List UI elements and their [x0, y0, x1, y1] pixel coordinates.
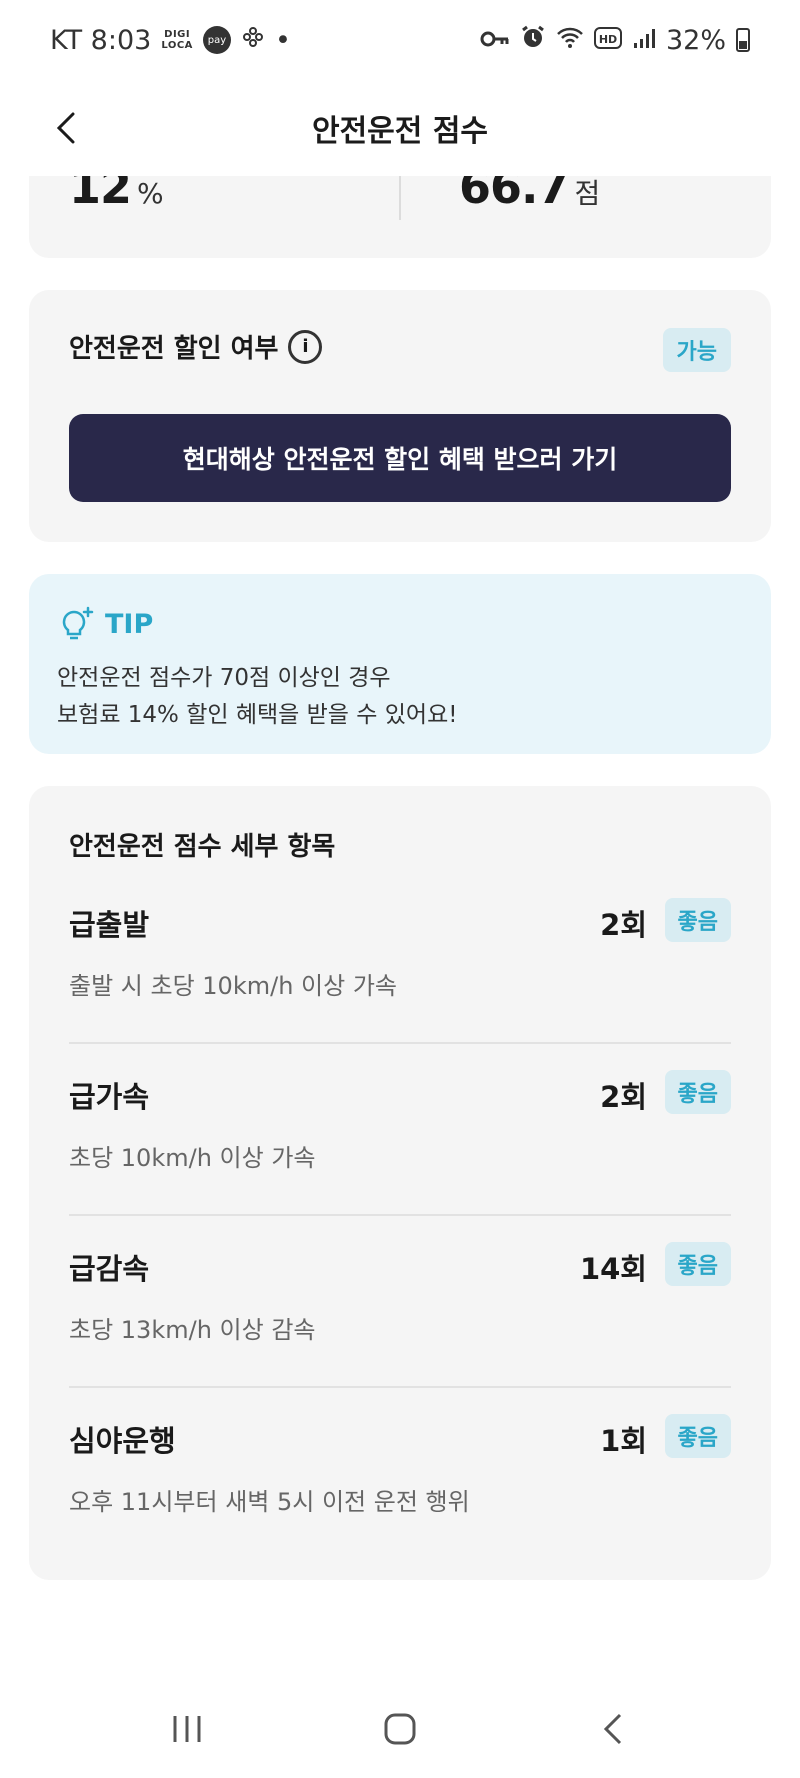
row-status-badge: 좋음: [664, 1414, 731, 1458]
row-count: 14회: [579, 1252, 647, 1286]
score-detail-card: 안전운전 점수 세부 항목 급출발 2회 좋음 출발 시 초당 10km/h 이…: [29, 786, 771, 1580]
get-discount-button[interactable]: 현대해상 안전운전 할인 혜택 받으러 가기: [69, 414, 731, 502]
discount-eligibility-card: 안전운전 할인 여부 i 가능 현대해상 안전운전 할인 혜택 받으러 가기: [29, 290, 771, 542]
wifi-icon: [556, 25, 584, 56]
row-count: 1회: [600, 1424, 647, 1458]
home-button[interactable]: [360, 1699, 440, 1759]
info-icon[interactable]: i: [288, 329, 323, 364]
recent-apps-icon: [173, 1716, 201, 1742]
safety-score-unit: 점: [574, 177, 601, 210]
detail-row-sudden-start: 급출발 2회 좋음 출발 시 초당 10km/h 이상 가속: [69, 872, 731, 1044]
row-status-badge: 좋음: [664, 898, 731, 942]
row-name: 급감속: [69, 1252, 150, 1286]
alarm-icon: [520, 24, 546, 57]
stat-divider: [399, 174, 401, 220]
page-title: 안전운전 점수: [311, 114, 489, 149]
battery-icon: [736, 28, 750, 52]
digi-top-text: DIGI: [164, 29, 191, 40]
home-icon: [384, 1713, 416, 1745]
tip-header: TIP: [57, 604, 153, 644]
app-header: 안전운전 점수: [0, 80, 800, 176]
row-description: 초당 10km/h 이상 가속: [69, 1144, 316, 1172]
discount-rate-unit: %: [137, 177, 164, 210]
detail-title: 안전운전 점수 세부 항목: [69, 832, 336, 862]
lightbulb-icon: [62, 606, 94, 640]
row-name: 급출발: [69, 908, 150, 942]
detail-row-sudden-acceleration: 급가속 2회 좋음 초당 10km/h 이상 가속: [69, 1044, 731, 1216]
tip-card: TIP 안전운전 점수가 70점 이상인 경우 보험료 14% 할인 혜택을 받…: [29, 574, 771, 754]
key-icon: [480, 25, 510, 56]
svg-text:HD: HD: [599, 33, 617, 46]
tip-line-1: 안전운전 점수가 70점 이상인 경우: [57, 665, 391, 691]
row-status-badge: 좋음: [664, 1070, 731, 1114]
row-status-badge: 좋음: [664, 1242, 731, 1286]
row-name: 급가속: [69, 1080, 150, 1114]
row-name: 심야운행: [69, 1424, 176, 1458]
status-bar-right: HD 32%: [480, 24, 750, 57]
discount-eligibility-label: 안전운전 할인 여부 i: [69, 328, 323, 365]
back-button[interactable]: [42, 104, 90, 152]
tip-body: 안전운전 점수가 70점 이상인 경우 보험료 14% 할인 혜택을 받을 수 …: [57, 660, 457, 734]
status-bar: KT 8:03 DIGI LOCA pay • HD 32%: [0, 0, 800, 80]
hd-voice-icon: HD: [593, 25, 622, 56]
battery-percent: 32%: [665, 24, 726, 56]
row-description: 초당 13km/h 이상 감속: [69, 1316, 316, 1344]
row-description: 출발 시 초당 10km/h 이상 가속: [69, 972, 397, 1000]
pay-icon: pay: [202, 26, 231, 54]
system-back-button[interactable]: [573, 1699, 653, 1759]
tip-title: TIP: [105, 608, 154, 640]
signal-icon: [632, 25, 656, 56]
detail-row-late-night-driving: 심야운행 1회 좋음 오후 11시부터 새벽 5시 이전 운전 행위: [69, 1388, 731, 1560]
digi-loca-icon: DIGI LOCA: [161, 29, 193, 51]
carrier-time: KT 8:03: [50, 24, 152, 56]
status-bar-left: KT 8:03 DIGI LOCA pay •: [50, 25, 291, 56]
row-description: 오후 11시부터 새벽 5시 이전 운전 행위: [69, 1488, 470, 1516]
row-count: 2회: [600, 1080, 647, 1114]
tip-line-2: 보험료 14% 할인 혜택을 받을 수 있어요!: [57, 702, 458, 728]
back-arrow-icon: [604, 1713, 622, 1745]
row-count: 2회: [600, 908, 647, 942]
recent-apps-button[interactable]: [147, 1699, 227, 1759]
detail-row-sudden-deceleration: 급감속 14회 좋음 초당 13km/h 이상 감속: [69, 1216, 731, 1388]
discount-eligibility-text: 안전운전 할인 여부: [69, 334, 279, 364]
system-nav-bar: [0, 1680, 800, 1778]
eligibility-status-badge: 가능: [662, 328, 731, 372]
digi-bottom-text: LOCA: [161, 40, 193, 51]
flower-notification-icon: [241, 25, 265, 55]
notification-dot: •: [274, 24, 291, 56]
chevron-left-icon: [56, 112, 75, 144]
